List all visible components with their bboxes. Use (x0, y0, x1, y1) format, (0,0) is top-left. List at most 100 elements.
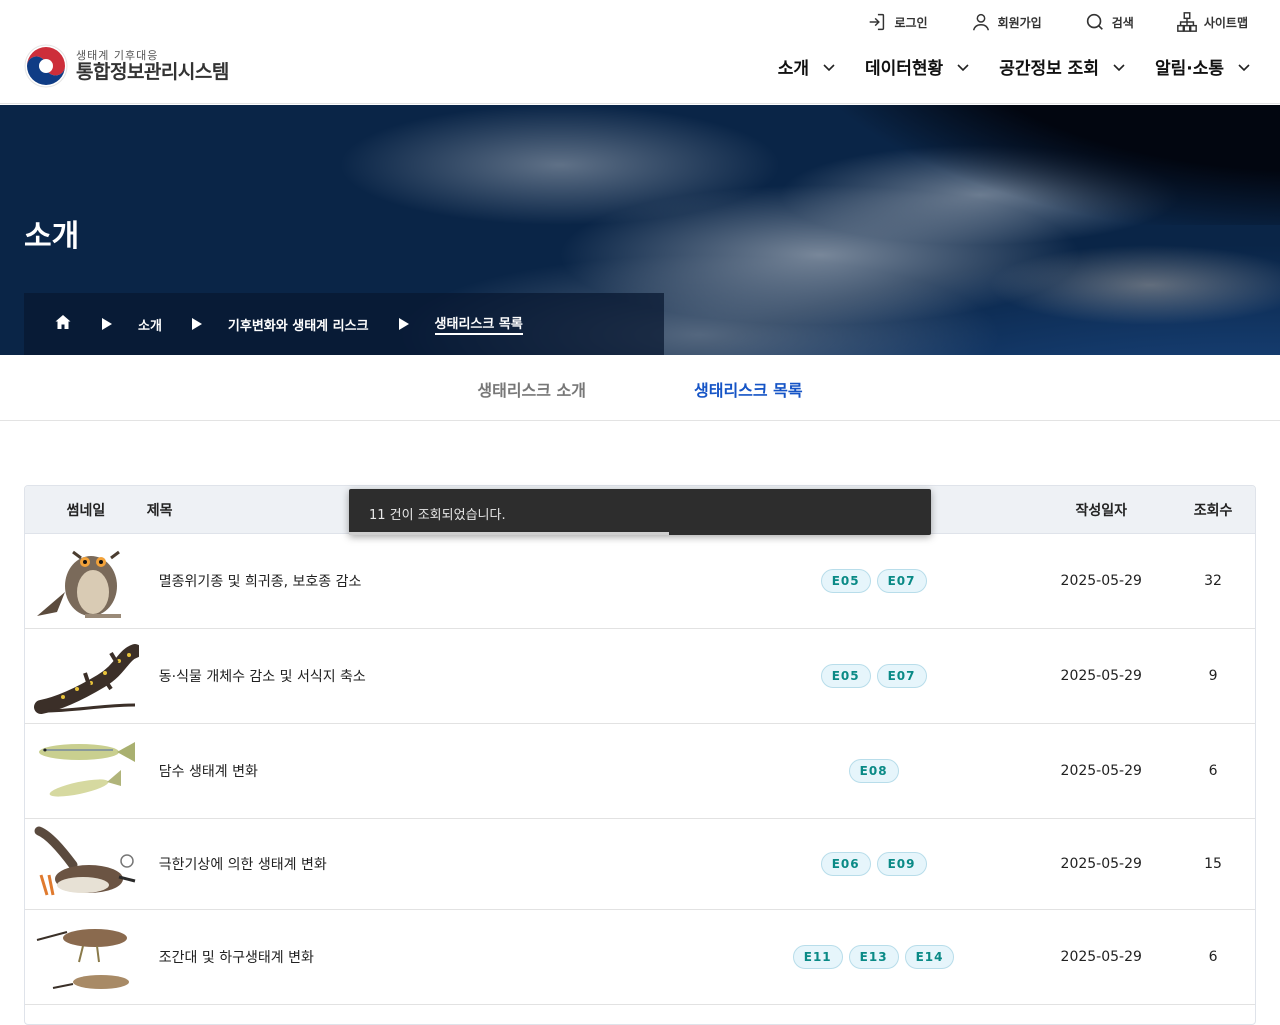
row-title[interactable]: 멸종위기종 및 희귀종, 보호종 감소 (147, 571, 716, 591)
table-row[interactable]: 동·식물 개체수 감소 및 서식지 축소 E05 E07 2025-05-29 … (25, 629, 1255, 724)
chevron-down-icon (823, 63, 835, 71)
tab-risk-list[interactable]: 생태리스크 목록 (660, 355, 837, 421)
row-date: 2025-05-29 (1060, 763, 1142, 779)
main-nav: 소개 데이터현황 공간정보 조회 알림·소통 (750, 54, 1252, 79)
search-label: 검색 (1111, 15, 1134, 30)
breadcrumb-intro[interactable]: 소개 (138, 315, 162, 334)
nav-intro-label: 소개 (777, 59, 809, 79)
table-row[interactable]: 담수 생태계 변화 E08 2025-05-29 6 (25, 724, 1255, 819)
risk-code-badge: E05 (820, 664, 871, 688)
risk-code-badge: E13 (848, 945, 899, 969)
space-background (800, 105, 1280, 225)
sub-tabs: 생태리스크 소개 생태리스크 목록 (0, 355, 1280, 421)
utility-nav: 로그인 회원가입 검색 사이트맵 (824, 8, 1248, 36)
row-title[interactable]: 조간대 및 하구생태계 변화 (147, 947, 716, 967)
row-thumbnail (25, 629, 147, 723)
risk-table: 썸네일 제목 리스크번호 작성일자 조회수 멸종위기종 및 희귀종, 보호종 감… (24, 485, 1256, 1025)
site-logo[interactable]: 생태계 기후대응 통합정보관리시스템 (24, 44, 229, 88)
row-date: 2025-05-29 (1060, 856, 1142, 872)
risk-code-badge: E09 (876, 852, 927, 876)
breadcrumb-home[interactable] (54, 313, 72, 335)
breadcrumb: 소개 기후변화와 생태계 리스크 생태리스크 목록 (24, 293, 664, 355)
row-date: 2025-05-29 (1060, 668, 1142, 684)
row-date: 2025-05-29 (1060, 573, 1142, 589)
row-title[interactable]: 극한기상에 의한 생태계 변화 (147, 854, 716, 874)
breadcrumb-separator-icon (191, 318, 202, 330)
logo-title: 통합정보관리시스템 (76, 60, 229, 83)
sitemap-icon (1176, 12, 1197, 32)
wading-bird-thumbnail-image (34, 826, 136, 896)
page-title: 소개 (24, 219, 80, 254)
nav-notice[interactable]: 알림·소통 (1155, 54, 1252, 79)
breadcrumb-separator-icon (102, 318, 112, 330)
row-views: 6 (1208, 763, 1218, 779)
row-views: 9 (1208, 668, 1218, 684)
row-views: 32 (1204, 573, 1222, 589)
logo-subtitle: 생태계 기후대응 (76, 48, 159, 62)
user-icon (972, 13, 989, 31)
row-thumbnail (25, 1005, 147, 1024)
login-label: 로그인 (894, 15, 928, 30)
search-link[interactable]: 검색 (1084, 11, 1134, 33)
taegeuk-logo-icon (24, 44, 68, 88)
sitemap-link[interactable]: 사이트맵 (1176, 11, 1248, 33)
risk-code-badge: E07 (876, 664, 927, 688)
toast-notification: 11 건이 조회되었습니다. (349, 489, 931, 535)
row-thumbnail (25, 534, 147, 628)
risk-code-badge: E08 (848, 759, 899, 783)
row-thumbnail (25, 724, 147, 818)
row-risk-codes: E05 E07 (716, 664, 1031, 688)
row-risk-codes: E08 (716, 759, 1031, 783)
row-risk-codes: E06 E09 (716, 852, 1031, 876)
nav-spatial-info[interactable]: 공간정보 조회 (999, 54, 1127, 79)
fish-thumbnail-image (38, 742, 135, 797)
header-date: 작성일자 (1075, 502, 1127, 519)
tab-risk-intro[interactable]: 생태리스크 소개 (443, 355, 620, 421)
chevron-down-icon (1238, 63, 1250, 71)
breadcrumb-climate-risk[interactable]: 기후변화와 생태계 리스크 (228, 315, 369, 334)
nav-data-status[interactable]: 데이터현황 (865, 54, 971, 79)
risk-code-badge: E07 (876, 569, 927, 593)
row-views: 6 (1208, 949, 1218, 965)
hero-banner: 소개 소개 기후변화와 생태계 리스크 생태리스크 목록 (0, 105, 1280, 355)
snipe-thumbnail-image (36, 929, 129, 989)
search-icon (1086, 13, 1103, 30)
row-risk-codes: E05 E07 (716, 569, 1031, 593)
row-title[interactable]: 담수 생태계 변화 (147, 761, 716, 781)
nav-spatial-info-label: 공간정보 조회 (999, 59, 1099, 79)
salamander-thumbnail-image (33, 644, 139, 714)
risk-code-badge: E06 (820, 852, 871, 876)
owl-thumbnail-image (36, 550, 121, 618)
toast-progress-bar (349, 532, 670, 535)
header-thumbnail: 썸네일 (66, 502, 106, 519)
table-row[interactable]: 극한기상에 의한 생태계 변화 E06 E09 2025-05-29 15 (25, 819, 1255, 910)
breadcrumb-separator-icon (398, 318, 409, 330)
login-link[interactable]: 로그인 (866, 11, 928, 33)
row-risk-codes: E11 E13 E14 (716, 945, 1031, 969)
sitemap-label: 사이트맵 (1203, 15, 1248, 30)
toast-message: 11 건이 조회되었습니다. (369, 508, 506, 523)
home-icon (55, 315, 71, 329)
site-header: 로그인 회원가입 검색 사이트맵 생태계 기후대응 통합정보관리시스템 소개 데… (0, 0, 1280, 104)
nav-data-status-label: 데이터현황 (865, 59, 944, 79)
row-date: 2025-05-29 (1060, 949, 1142, 965)
table-row[interactable]: 멸종위기종 및 희귀종, 보호종 감소 E05 E07 2025-05-29 3… (25, 534, 1255, 629)
risk-code-badge: E14 (904, 945, 955, 969)
login-icon (870, 13, 885, 31)
signup-link[interactable]: 회원가입 (970, 11, 1042, 33)
signup-label: 회원가입 (997, 15, 1042, 30)
breadcrumb-current[interactable]: 생태리스크 목록 (434, 313, 523, 335)
chevron-down-icon (1113, 63, 1125, 71)
table-row[interactable] (25, 1005, 1255, 1024)
risk-code-badge: E05 (820, 569, 871, 593)
row-thumbnail (25, 910, 147, 1004)
table-row[interactable]: 조간대 및 하구생태계 변화 E11 E13 E14 2025-05-29 6 (25, 910, 1255, 1005)
nav-intro[interactable]: 소개 (778, 54, 837, 79)
risk-code-badge: E11 (792, 945, 843, 969)
header-views: 조회수 (1193, 502, 1233, 519)
chevron-down-icon (957, 63, 969, 71)
row-title[interactable]: 동·식물 개체수 감소 및 서식지 축소 (147, 666, 716, 686)
row-views: 15 (1204, 856, 1222, 872)
nav-notice-label: 알림·소통 (1154, 59, 1224, 79)
row-thumbnail (25, 819, 147, 909)
